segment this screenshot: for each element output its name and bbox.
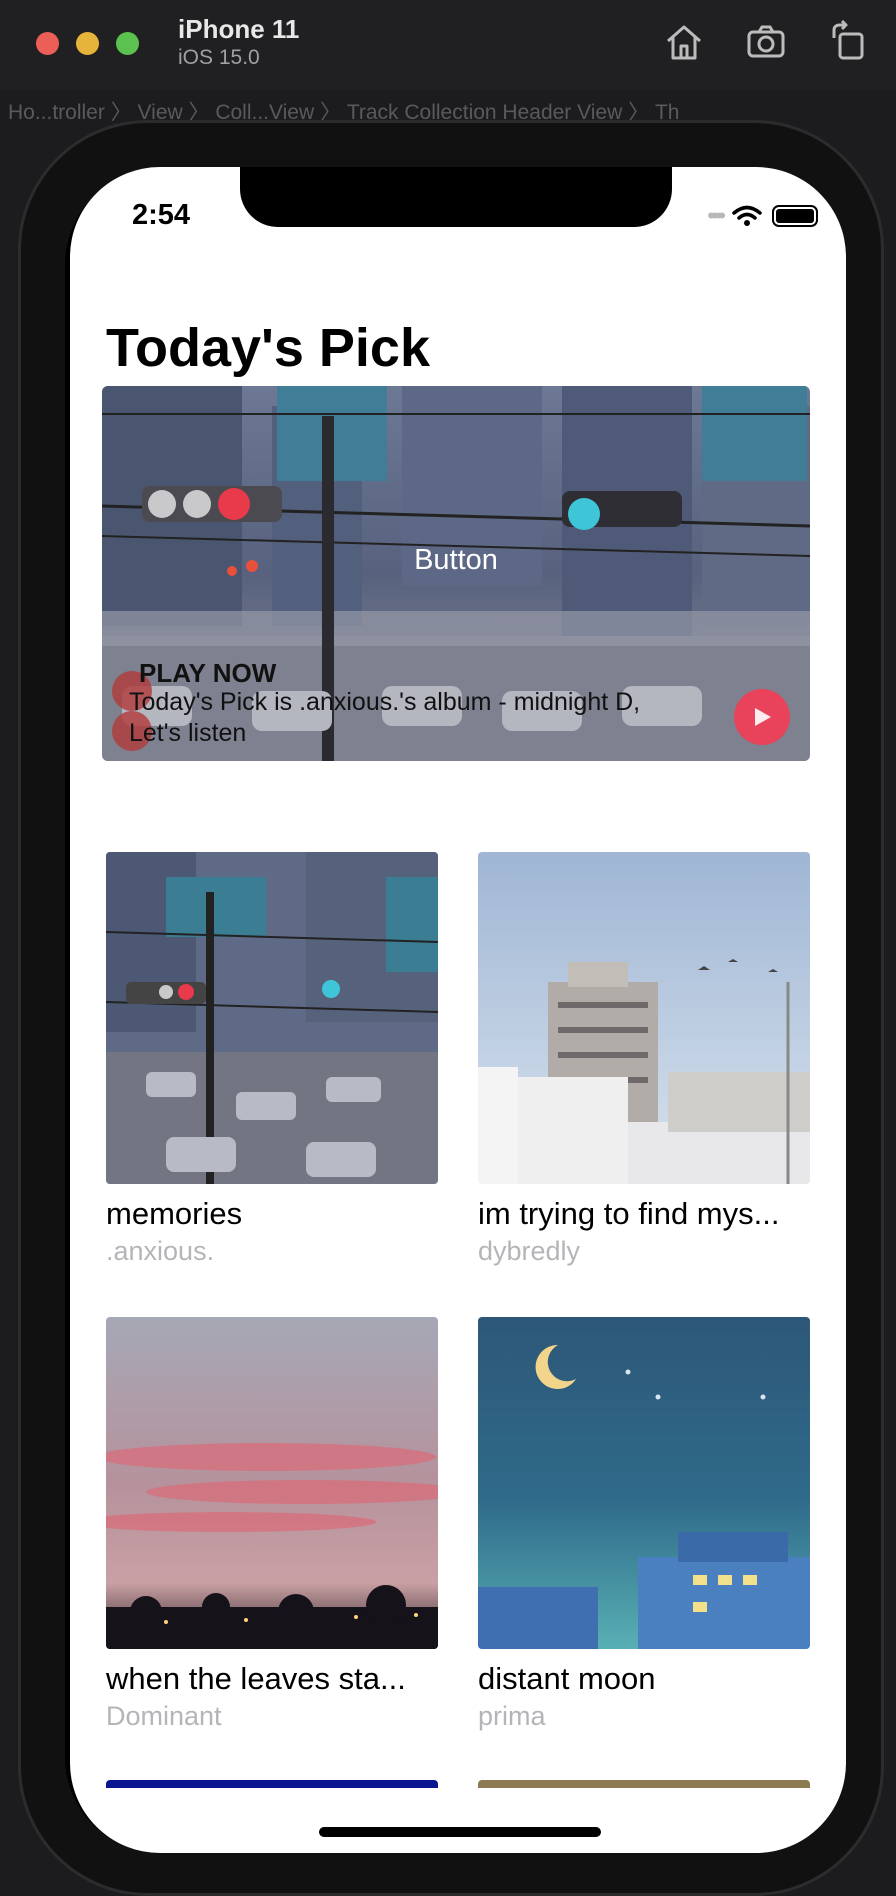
todays-pick-banner[interactable]: Button PLAY NOW Today's Pick is .anxious…	[102, 386, 810, 761]
status-indicators: ••••	[707, 203, 818, 229]
next-card-peek	[106, 1780, 438, 1788]
album-cover	[478, 1317, 810, 1649]
play-button[interactable]	[734, 689, 790, 745]
notch	[240, 167, 672, 227]
track-title: distant moon	[478, 1661, 656, 1696]
rotate-icon	[832, 19, 864, 60]
play-now-label: PLAY NOW	[139, 658, 277, 688]
page-title: Today's Pick	[106, 318, 430, 378]
camera-icon	[747, 25, 785, 58]
zoom-window-button[interactable]	[116, 32, 139, 55]
rotate-button[interactable]	[826, 19, 870, 64]
album-cover	[478, 852, 810, 1184]
device-name: iPhone 11	[178, 14, 300, 44]
track-card[interactable]: when the leaves sta... Dominant	[106, 1317, 438, 1732]
status-time: 2:54	[132, 199, 191, 231]
home-indicator[interactable]	[319, 1827, 601, 1837]
track-artist: prima	[478, 1701, 546, 1731]
screenshot-button[interactable]	[744, 20, 788, 64]
track-artist: Dominant	[106, 1701, 222, 1731]
track-artist: dybredly	[478, 1236, 581, 1266]
track-title: when the leaves sta...	[106, 1661, 406, 1696]
track-title: im trying to find mys...	[478, 1196, 780, 1231]
track-artist: .anxious.	[106, 1236, 215, 1266]
close-window-button[interactable]	[36, 32, 59, 55]
home-icon	[667, 25, 701, 60]
banner-description: Today's Pick is .anxious.'s album - midn…	[129, 688, 641, 747]
battery-icon	[772, 205, 818, 227]
track-card[interactable]: distant moon prima	[478, 1317, 810, 1732]
os-version: iOS 15.0	[178, 46, 260, 69]
album-cover	[106, 852, 438, 1184]
track-card[interactable]: im trying to find mys... dybredly	[478, 852, 810, 1267]
minimize-window-button[interactable]	[76, 32, 99, 55]
album-cover	[106, 1317, 438, 1649]
simulator-titlebar: iPhone 11 iOS 15.0	[0, 0, 896, 90]
phone-screen: 2:54 •••• Today's Pick Button PLAY NOW T…	[70, 167, 846, 1853]
home-button[interactable]	[662, 20, 706, 64]
signal-icon: ••••	[707, 203, 726, 228]
banner-button[interactable]: Button	[102, 544, 810, 577]
track-card[interactable]: memories .anxious.	[106, 852, 438, 1267]
wifi-icon	[732, 205, 762, 226]
next-card-peek	[478, 1780, 810, 1788]
play-icon	[755, 708, 771, 726]
track-title: memories	[106, 1196, 243, 1231]
